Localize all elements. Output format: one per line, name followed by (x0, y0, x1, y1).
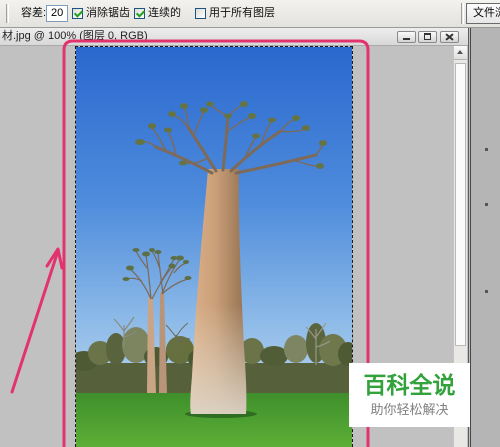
watermark-title: 百科全说 (363, 372, 456, 398)
annotation-arrow-shaft (10, 252, 59, 394)
watermark-subtitle: 助你轻松解决 (370, 402, 449, 417)
annotation-highlight-frame (62, 39, 370, 447)
watermark: 百科全说 助你轻松解决 (349, 363, 470, 427)
